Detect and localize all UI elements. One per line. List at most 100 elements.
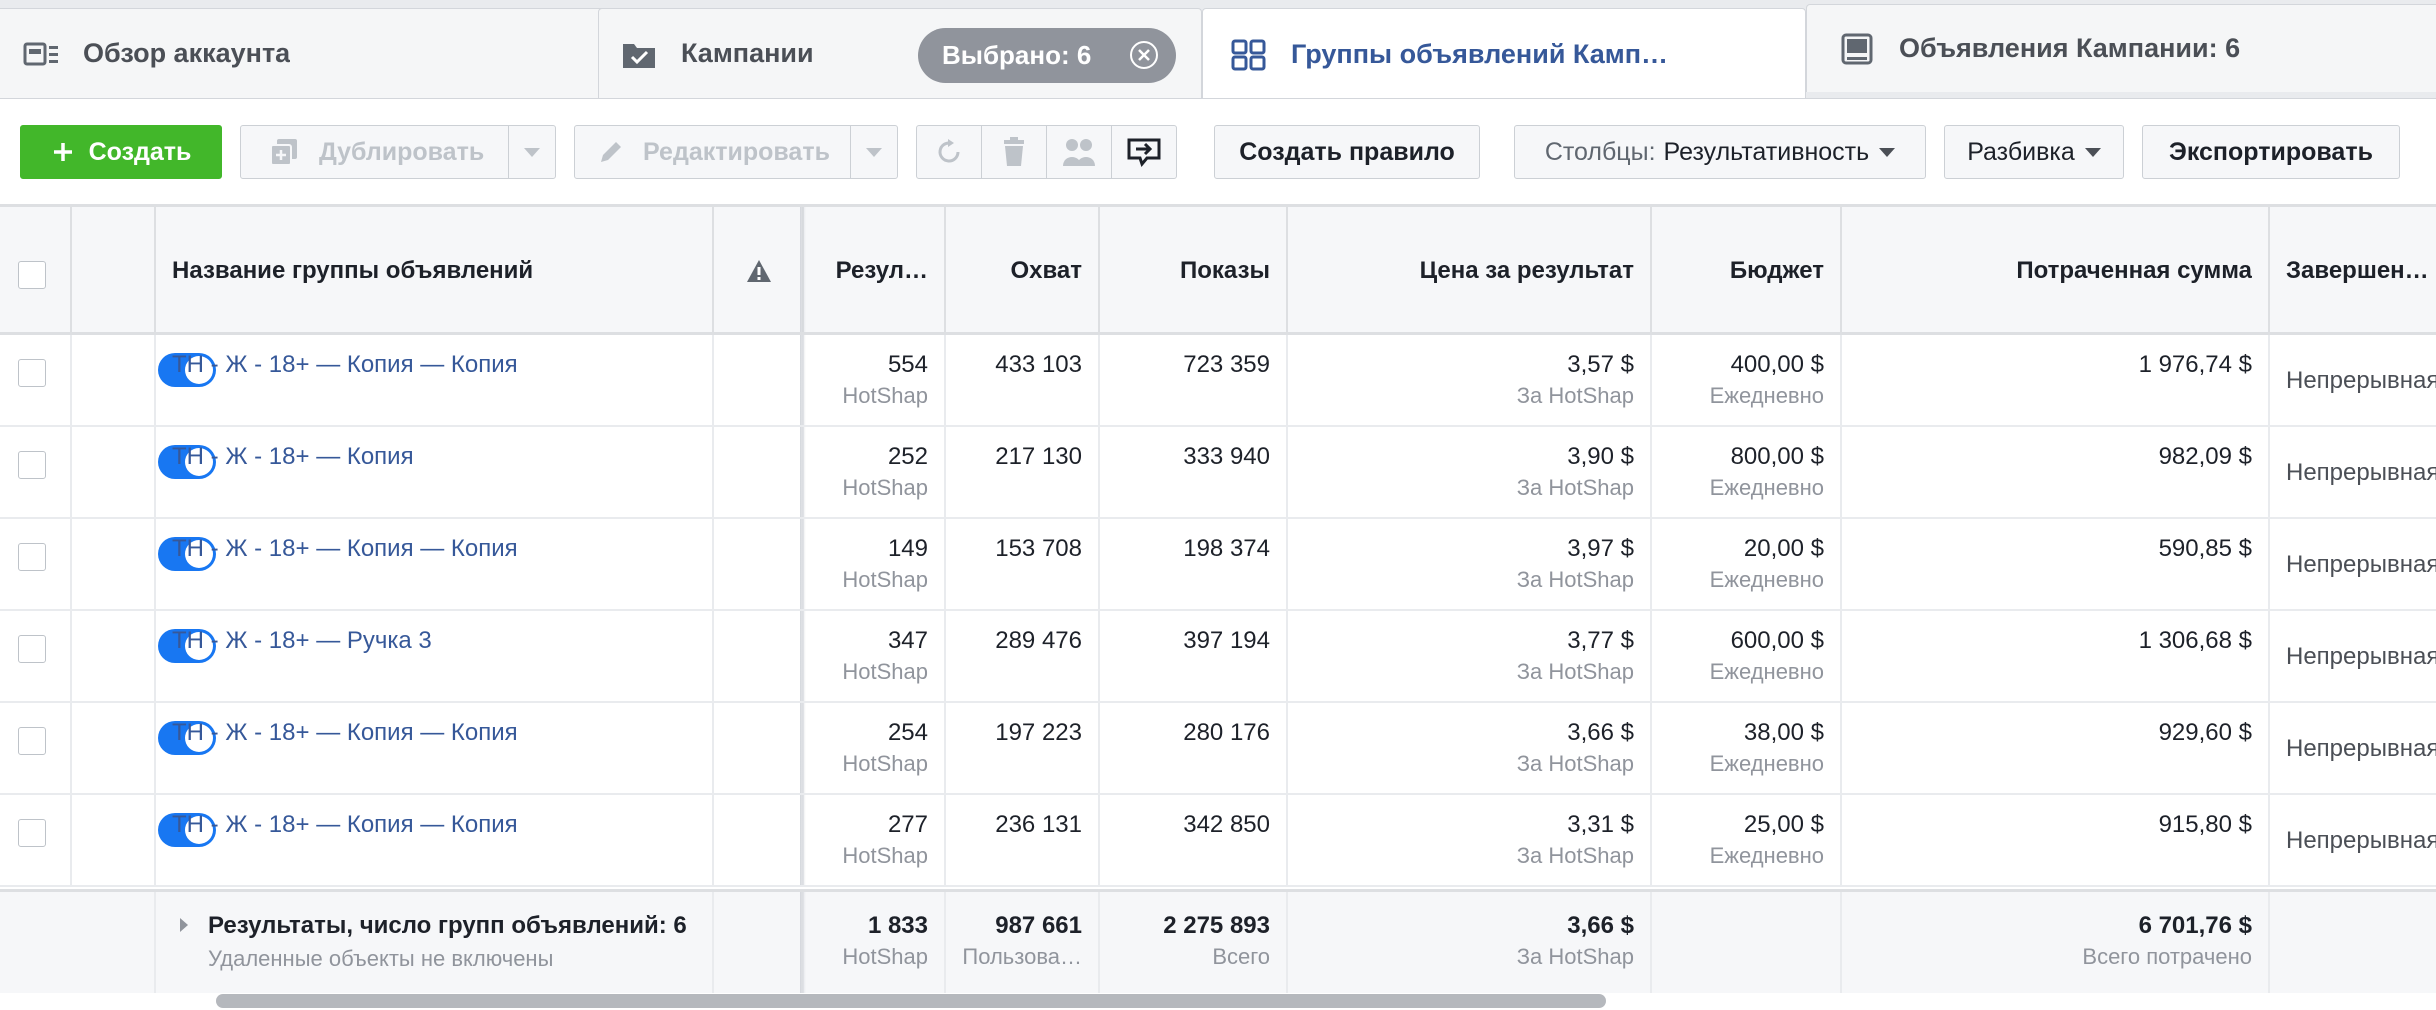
summary-cpr-sub: За HotShap: [1516, 944, 1634, 969]
row-impressions-cell: 397 194: [1100, 611, 1288, 701]
edit-dropdown[interactable]: [850, 126, 897, 178]
edit-button-label: Редактировать: [643, 137, 830, 166]
summary-impressions-cell: 2 275 893 Всего: [1100, 892, 1288, 993]
row-budget-value: 38,00 $: [1743, 719, 1824, 746]
columns-dropdown[interactable]: Столбцы: Результативность: [1514, 125, 1926, 179]
row-toggle-cell: [72, 703, 216, 793]
row-budget-cell: 20,00 $ Ежедневно: [1652, 519, 1842, 609]
close-circle-icon[interactable]: [1130, 41, 1158, 69]
row-checkbox[interactable]: [18, 451, 46, 479]
row-ends-cell: Непрерывная: [2270, 335, 2436, 425]
duplicate-dropdown[interactable]: [508, 126, 555, 178]
row-results-value: 554: [887, 351, 928, 378]
row-budget-cell: 25,00 $ Ежедневно: [1652, 795, 1842, 885]
row-spent-cell: 915,80 $: [1842, 795, 2270, 885]
expand-triangle-icon[interactable]: [178, 916, 190, 934]
row-impressions-cell: 342 850: [1100, 795, 1288, 885]
row-toggle-cell: [72, 795, 216, 885]
row-checkbox[interactable]: [18, 727, 46, 755]
export-button[interactable]: Экспортировать: [2142, 125, 2400, 179]
preview-button[interactable]: [1111, 125, 1177, 179]
row-reach-value: 197 223: [995, 719, 1082, 746]
table-row[interactable]: ТН - Ж - 18+ — Копия — Копия 554 HotShap 43…: [0, 335, 2436, 427]
ab-test-button[interactable]: [1046, 125, 1112, 179]
ad-set-name-link[interactable]: ТН - Ж - 18+ — Копия — Копия: [172, 811, 518, 839]
row-cpr-cell: 3,66 $ За HotShap: [1288, 703, 1652, 793]
row-spent-cell: 1 976,74 $: [1842, 335, 2270, 425]
table-row[interactable]: ТН - Ж - 18+ — Копия 252 HotShap 217 130 333…: [0, 427, 2436, 519]
row-results-sub: HotShap: [842, 751, 928, 776]
row-reach-cell: 197 223: [946, 703, 1100, 793]
summary-ends-cell: [2270, 892, 2436, 993]
delete-button[interactable]: [981, 125, 1047, 179]
table-row[interactable]: ТН - Ж - 18+ — Копия — Копия 277 HotShap 23…: [0, 795, 2436, 887]
row-results-sub: HotShap: [842, 843, 928, 868]
row-cpr-cell: 3,97 $ За HotShap: [1288, 519, 1652, 609]
row-reach-value: 433 103: [995, 351, 1082, 378]
edit-button[interactable]: Редактировать: [574, 125, 898, 179]
table-row[interactable]: ТН - Ж - 18+ — Копия — Копия 149 HotShap 15…: [0, 519, 2436, 611]
summary-reach-value: 987 661: [995, 912, 1082, 939]
row-spent-cell: 1 306,68 $: [1842, 611, 2270, 701]
summary-spent-cell: 6 701,76 $ Всего потрачено: [1842, 892, 2270, 993]
row-ends-value: Непрерывная: [2286, 643, 2436, 670]
header-ends-cell[interactable]: Завершен…: [2270, 207, 2436, 332]
header-name-cell[interactable]: Название группы объявлений: [156, 207, 714, 332]
create-rule-button[interactable]: Создать правило: [1214, 125, 1480, 179]
ad-set-name-link[interactable]: ТН - Ж - 18+ — Копия — Копия: [172, 719, 518, 747]
horizontal-scrollbar[interactable]: [216, 994, 1606, 1008]
row-cpr-value: 3,66 $: [1567, 719, 1634, 746]
header-reach-cell[interactable]: Охват: [946, 207, 1100, 332]
row-reach-cell: 289 476: [946, 611, 1100, 701]
row-spent-cell: 929,60 $: [1842, 703, 2270, 793]
ad-icon: [1841, 33, 1873, 64]
header-spent-cell[interactable]: Потраченная сумма: [1842, 207, 2270, 332]
ad-set-name-link[interactable]: ТН - Ж - 18+ — Ручка 3: [172, 627, 432, 655]
row-cpr-cell: 3,31 $ За HotShap: [1288, 795, 1652, 885]
header-results-cell[interactable]: Резул…: [804, 207, 946, 332]
summary-title-cell: Результаты, число групп объявлений: 6 Уд…: [156, 892, 714, 993]
header-cpr-cell[interactable]: Цена за результат: [1288, 207, 1652, 332]
refresh-button[interactable]: [916, 125, 982, 179]
ad-set-name-link[interactable]: ТН - Ж - 18+ — Копия: [172, 443, 414, 471]
row-impressions-cell: 198 374: [1100, 519, 1288, 609]
header-delivery-cell[interactable]: [714, 207, 804, 332]
export-button-label: Экспортировать: [2169, 137, 2373, 166]
tab-ads-label: Объявления Кампании: 6: [1899, 33, 2241, 63]
table-row[interactable]: ТН - Ж - 18+ — Ручка 3 347 HotShap 289 476 3…: [0, 611, 2436, 703]
tab-account-overview[interactable]: Обзор аккаунта: [0, 8, 606, 98]
row-reach-value: 289 476: [995, 627, 1082, 654]
table-row[interactable]: ТН - Ж - 18+ — Копия — Копия 254 HotShap 19…: [0, 703, 2436, 795]
select-all-checkbox[interactable]: [18, 261, 46, 289]
row-spent-value: 929,60 $: [2158, 719, 2252, 746]
plus-icon: [53, 143, 72, 161]
header-budget-cell[interactable]: Бюджет: [1652, 207, 1842, 332]
breakdown-dropdown[interactable]: Разбивка: [1944, 125, 2124, 179]
row-cpr-cell: 3,90 $ За HotShap: [1288, 427, 1652, 517]
tab-ad-sets[interactable]: Группы объявлений Камп…: [1202, 8, 1806, 100]
selected-count-pill[interactable]: Выбрано: 6: [918, 28, 1176, 83]
row-checkbox[interactable]: [18, 359, 46, 387]
header-impressions-cell[interactable]: Показы: [1100, 207, 1288, 332]
frozen-column-divider: [800, 892, 806, 993]
summary-reach-cell: 987 661 Пользова…: [946, 892, 1100, 993]
row-budget-value: 600,00 $: [1730, 627, 1824, 654]
row-checkbox[interactable]: [18, 819, 46, 847]
create-button[interactable]: Создать: [20, 125, 222, 179]
ad-set-name-link[interactable]: ТН - Ж - 18+ — Копия — Копия: [172, 351, 518, 379]
row-results-cell: 554 HotShap: [804, 335, 946, 425]
duplicate-button[interactable]: Дублировать: [240, 125, 556, 179]
row-ends-cell: Непрерывная: [2270, 795, 2436, 885]
tab-bar: Обзор аккаунта Кампании Выбрано: 6 Групп…: [0, 0, 2436, 100]
frozen-column-divider: [800, 335, 806, 425]
tab-ads[interactable]: Объявления Кампании: 6: [1806, 4, 2436, 92]
frozen-column-divider: [800, 703, 806, 793]
row-spent-value: 590,85 $: [2158, 535, 2252, 562]
row-checkbox[interactable]: [18, 635, 46, 663]
row-cpr-sub: За HotShap: [1516, 751, 1634, 776]
row-spent-value: 1 306,68 $: [2138, 627, 2252, 654]
frozen-column-divider: [800, 795, 806, 885]
summary-cpr-cell: 3,66 $ За HotShap: [1288, 892, 1652, 993]
row-checkbox[interactable]: [18, 543, 46, 571]
ad-set-name-link[interactable]: ТН - Ж - 18+ — Копия — Копия: [172, 535, 518, 563]
